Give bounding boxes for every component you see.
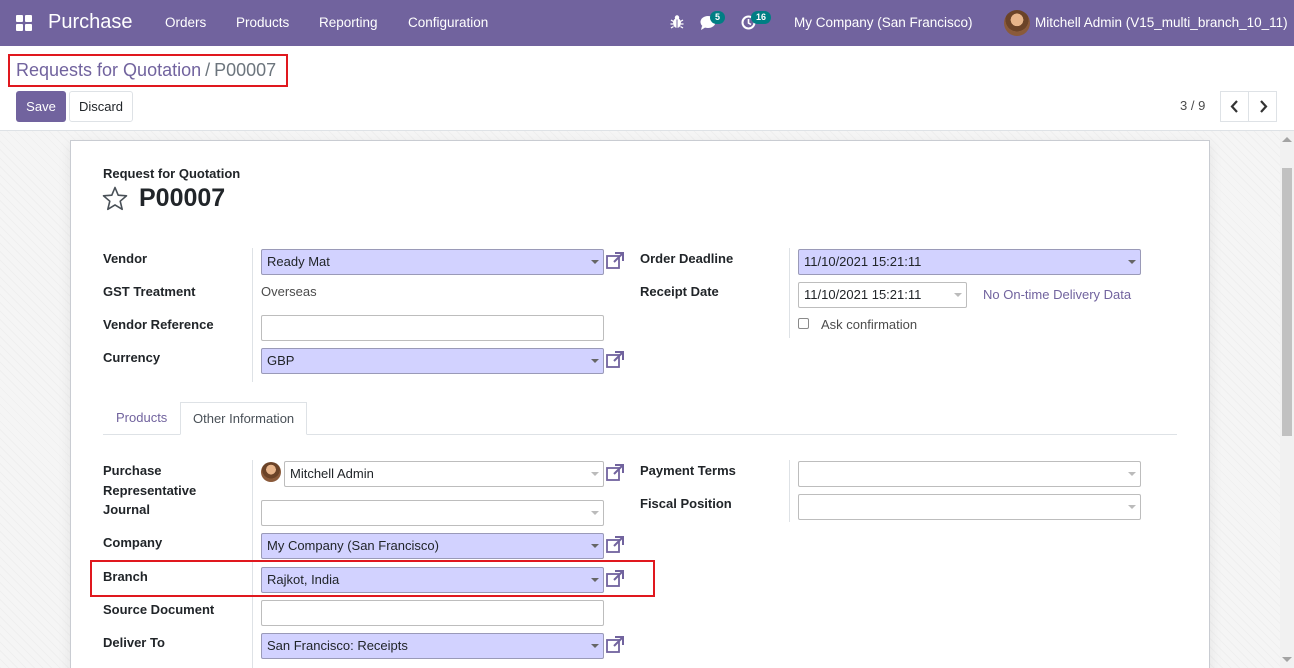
external-link-icon[interactable] (605, 463, 625, 483)
form-subtitle: Request for Quotation (103, 166, 241, 181)
purchase-representative-value: Mitchell Admin (290, 466, 374, 481)
vendor-label: Vendor (103, 251, 148, 266)
pager-value[interactable]: 3 / 9 (1180, 98, 1205, 113)
save-button[interactable]: Save (16, 91, 66, 122)
company-label: Company (103, 535, 163, 550)
caret-down-icon[interactable] (591, 544, 599, 548)
pager-previous-button[interactable] (1220, 91, 1249, 122)
caret-down-icon[interactable] (1128, 260, 1136, 264)
discard-button[interactable]: Discard (69, 91, 133, 122)
caret-down-icon[interactable] (591, 644, 599, 648)
caret-down-icon[interactable] (591, 472, 599, 476)
purchase-representative-label-line2: Representative (103, 483, 197, 498)
caret-down-icon[interactable] (591, 359, 599, 363)
receipt-date-value: 11/10/2021 15:21:11 (804, 287, 922, 302)
menu-reporting[interactable]: Reporting (319, 15, 378, 30)
group-divider (789, 248, 790, 338)
top-navbar: Purchase Orders Products Reporting Confi… (0, 0, 1294, 46)
order-deadline-label: Order Deadline (640, 251, 734, 266)
order-deadline-field[interactable]: 11/10/2021 15:21:11 (798, 249, 1141, 275)
company-field[interactable]: My Company (San Francisco) (261, 533, 604, 559)
order-reference: P00007 (139, 184, 226, 212)
external-link-icon[interactable] (605, 350, 625, 370)
gst-treatment-label: GST Treatment (103, 284, 196, 299)
deliver-to-field[interactable]: San Francisco: Receipts (261, 633, 604, 659)
caret-down-icon[interactable] (954, 293, 962, 297)
vendor-value: Ready Mat (267, 254, 330, 269)
vendor-field[interactable]: Ready Mat (261, 249, 604, 275)
payment-terms-label: Payment Terms (640, 463, 736, 478)
caret-down-icon[interactable] (1128, 505, 1136, 509)
user-menu[interactable]: Mitchell Admin (V15_multi_branch_10_11) (1035, 15, 1288, 30)
deliver-to-value: San Francisco: Receipts (267, 638, 408, 653)
company-switcher[interactable]: My Company (San Francisco) (794, 15, 973, 30)
scroll-down-arrow[interactable] (1282, 657, 1292, 662)
menu-orders[interactable]: Orders (165, 15, 206, 30)
receipt-date-label: Receipt Date (640, 284, 719, 299)
apps-grid-icon[interactable] (16, 15, 32, 31)
external-link-icon[interactable] (605, 251, 625, 271)
payment-terms-field[interactable] (798, 461, 1141, 487)
journal-field[interactable] (261, 500, 604, 526)
tab-other-information[interactable]: Other Information (180, 402, 308, 435)
currency-label: Currency (103, 350, 161, 365)
breadcrumb-highlight (8, 54, 288, 87)
ask-confirmation-label[interactable]: Ask confirmation (821, 317, 917, 332)
pager-next-button[interactable] (1248, 91, 1277, 122)
chevron-left-icon (1230, 100, 1238, 113)
menu-configuration[interactable]: Configuration (408, 15, 488, 30)
star-icon[interactable] (102, 186, 128, 214)
scroll-up-arrow[interactable] (1282, 137, 1292, 142)
chevron-right-icon (1259, 100, 1267, 113)
gst-treatment-value[interactable]: Overseas (261, 284, 317, 299)
currency-field[interactable]: GBP (261, 348, 604, 374)
group-divider (789, 460, 790, 522)
messages-badge: 5 (710, 11, 726, 24)
external-link-icon[interactable] (605, 635, 625, 655)
receipt-date-field[interactable]: 11/10/2021 15:21:11 (798, 282, 967, 308)
deliver-to-label: Deliver To (103, 635, 165, 650)
fiscal-position-label: Fiscal Position (640, 496, 732, 511)
on-time-delivery-link[interactable]: No On-time Delivery Data (983, 287, 1131, 302)
vendor-reference-label: Vendor Reference (103, 317, 214, 332)
caret-down-icon[interactable] (591, 260, 599, 264)
app-name[interactable]: Purchase (48, 11, 133, 34)
caret-down-icon[interactable] (1128, 472, 1136, 476)
caret-down-icon[interactable] (591, 511, 599, 515)
source-document-label: Source Document (103, 602, 215, 617)
company-value: My Company (San Francisco) (267, 538, 439, 553)
order-deadline-value: 11/10/2021 15:21:11 (804, 254, 922, 269)
branch-highlight (90, 560, 655, 597)
fiscal-position-field[interactable] (798, 494, 1141, 520)
currency-value: GBP (267, 353, 295, 368)
bug-icon[interactable] (670, 14, 684, 33)
purchase-representative-field[interactable]: Mitchell Admin (284, 461, 604, 487)
ask-confirmation-checkbox[interactable] (798, 318, 809, 329)
group-divider (252, 248, 253, 382)
scrollbar-thumb[interactable] (1282, 168, 1292, 436)
purchase-representative-label-line1: Purchase (103, 463, 162, 478)
source-document-input[interactable] (261, 600, 604, 626)
vendor-reference-input[interactable] (261, 315, 604, 341)
journal-label: Journal (103, 502, 150, 517)
user-avatar[interactable] (1004, 10, 1030, 36)
menu-products[interactable]: Products (236, 15, 289, 30)
external-link-icon[interactable] (605, 535, 625, 555)
representative-avatar (261, 462, 281, 482)
tab-products[interactable]: Products (104, 402, 179, 435)
activities-badge: 16 (751, 11, 772, 24)
